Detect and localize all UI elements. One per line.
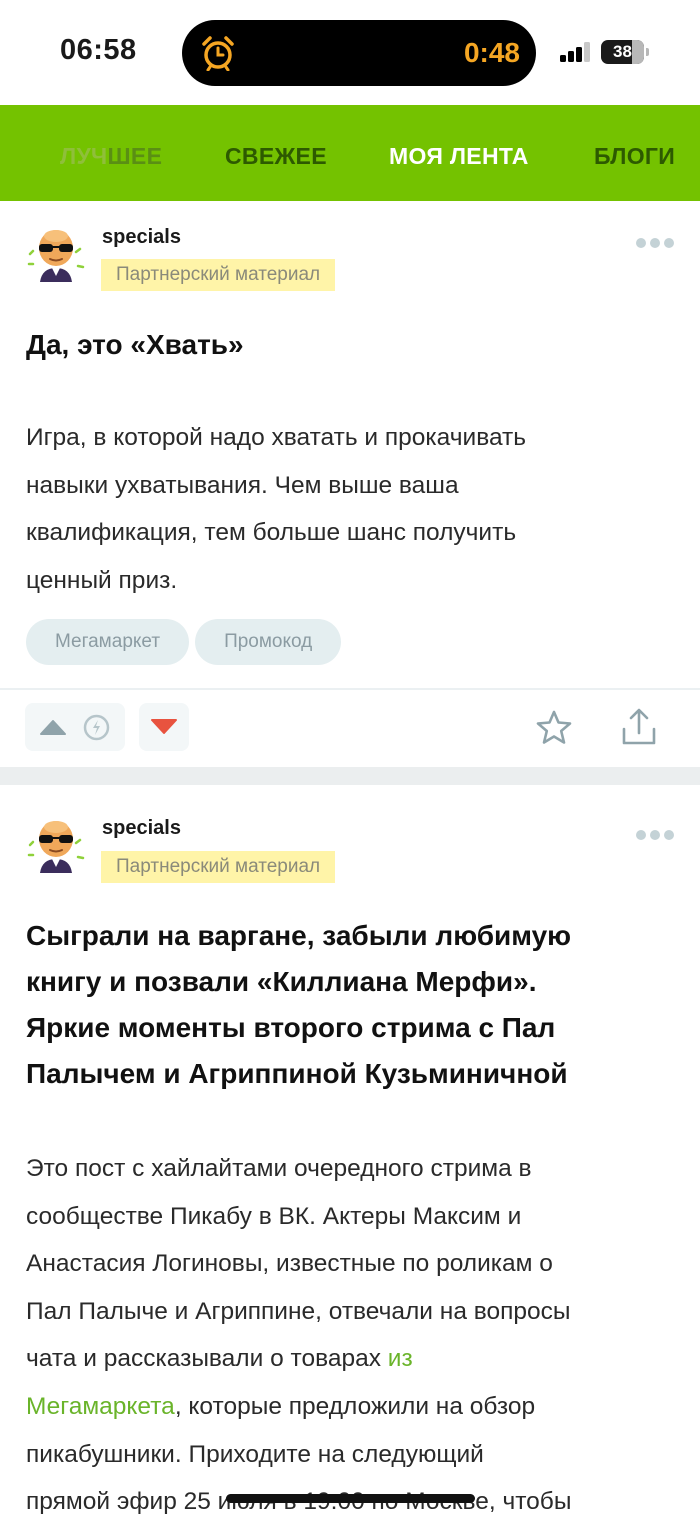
cellular-signal-icon [560, 42, 592, 62]
share-icon[interactable] [620, 707, 658, 747]
avatar[interactable] [26, 815, 86, 875]
dynamic-island[interactable]: 0:48 [182, 20, 536, 86]
author-name[interactable]: specials [102, 817, 181, 840]
post-body: Игра, в которой надо хватать и прокачива… [26, 424, 527, 594]
megamarket-link[interactable]: из [388, 1345, 413, 1372]
timer-readout: 0:48 [463, 37, 520, 68]
avatar[interactable] [26, 224, 86, 284]
post-title[interactable]: Сыграли на варгане, забыли любимую книгу… [26, 913, 676, 1097]
tab-blogs[interactable]: БЛОГИ [594, 143, 675, 170]
status-time: 06:58 [60, 34, 137, 66]
more-options-icon[interactable] [636, 830, 674, 840]
tag-promocode[interactable]: Промокод [195, 619, 342, 665]
upvote-button[interactable] [25, 703, 125, 751]
rating-icon [83, 714, 110, 741]
tab-fresh[interactable]: СВЕЖЕЕ [225, 143, 327, 170]
battery-level: 38 [613, 42, 632, 61]
partner-badge: Партнерский материал [101, 259, 336, 291]
downvote-button[interactable] [139, 703, 189, 751]
upvote-icon [40, 720, 66, 735]
megamarket-link[interactable]: Мегамаркета [26, 1393, 175, 1420]
status-bar: 06:58 0:48 38 [0, 0, 700, 105]
top-navigation: ЛУЧШЕЕ СВЕЖЕЕ МОЯ ЛЕНТА БЛОГИ [0, 105, 700, 201]
battery-icon: 38 [601, 40, 649, 64]
divider [0, 688, 700, 690]
post-title[interactable]: Да, это «Хвать» [26, 322, 676, 368]
more-options-icon[interactable] [636, 238, 674, 248]
post-body: Это пост с хайлайтами очередного стрима … [26, 1155, 572, 1516]
tag-list: Мегамаркет Промокод [26, 619, 347, 665]
tab-best[interactable]: ЛУЧШЕЕ [60, 143, 162, 170]
author-name[interactable]: specials [102, 226, 181, 249]
feed-separator [0, 767, 700, 785]
tab-my-feed[interactable]: МОЯ ЛЕНТА [389, 143, 529, 170]
partner-badge: Партнерский материал [101, 851, 336, 883]
alarm-clock-icon [202, 36, 234, 71]
home-indicator[interactable] [226, 1494, 475, 1503]
tag-megamarket[interactable]: Мегамаркет [26, 619, 190, 665]
star-icon[interactable] [535, 709, 573, 747]
downvote-icon [151, 719, 177, 734]
